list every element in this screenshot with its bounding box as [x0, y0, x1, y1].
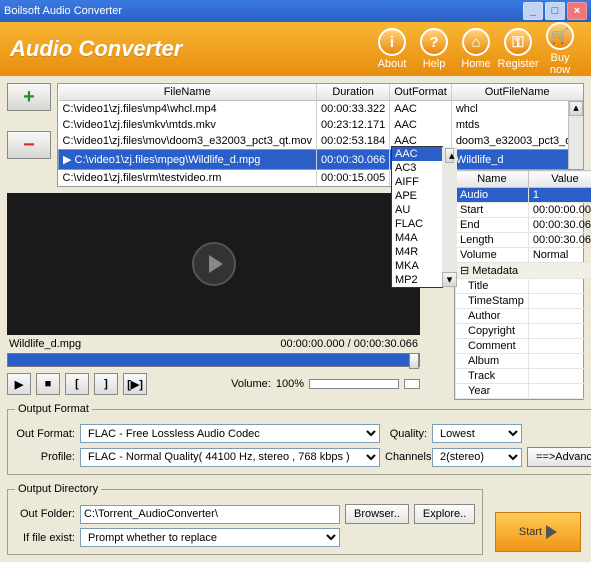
col-outfilename[interactable]: OutFileName [451, 84, 582, 101]
out-folder-input[interactable] [80, 505, 340, 524]
table-row[interactable]: C:\video1\zj.files\mp4\whcl.mp400:00:33.… [59, 101, 583, 118]
col-outformat[interactable]: OutFormat [390, 84, 452, 101]
property-row[interactable]: Start00:00:00.000 [456, 203, 591, 218]
property-row[interactable]: Title [456, 279, 591, 294]
prop-col-name[interactable]: Name [456, 171, 529, 188]
quality-label: Quality: [385, 428, 427, 440]
quality-select[interactable]: Lowest [432, 424, 522, 443]
dropdown-option[interactable]: M4A [392, 231, 442, 245]
preview-time: 00:00:00.000 / 00:00:30.066 [280, 338, 418, 350]
register-icon: ⚿ [504, 28, 532, 56]
file-exist-select[interactable]: Prompt whether to replace [80, 528, 340, 547]
property-row[interactable]: Year [456, 384, 591, 399]
stop-button[interactable]: ■ [36, 373, 60, 395]
dropdown-option[interactable]: MP2 [392, 273, 442, 287]
volume-slider[interactable] [309, 379, 399, 389]
profile-label: Profile: [15, 451, 75, 463]
home-icon: ⌂ [462, 28, 490, 56]
volume-label: Volume: [231, 378, 271, 390]
dropdown-option[interactable]: FLAC [392, 217, 442, 231]
video-preview[interactable] [7, 193, 420, 335]
properties-panel: Name Value Audio1Start00:00:00.000End00:… [454, 169, 584, 400]
dropdown-option[interactable]: AC3 [392, 161, 442, 175]
dropdown-option[interactable]: MKA [392, 259, 442, 273]
mark-out-button[interactable]: ] [94, 373, 118, 395]
table-row[interactable]: C:\video1\zj.files\mkv\mtds.mkv00:23:12.… [59, 117, 583, 133]
format-dropdown-list[interactable]: AACAC3AIFFAPEAUFLACM4AM4RMKAMP2▴▾ [391, 146, 443, 288]
volume-extra[interactable] [404, 379, 420, 389]
play-button[interactable]: ▶ [7, 373, 31, 395]
seek-bar[interactable] [7, 353, 420, 367]
property-row[interactable]: Track [456, 369, 591, 384]
header-help-button[interactable]: ?Help [413, 28, 455, 70]
property-row[interactable]: VolumeNormal [456, 248, 591, 263]
out-format-label: Out Format: [15, 428, 75, 440]
advance-button[interactable]: ==>Advance [527, 447, 591, 467]
app-title: Audio Converter [10, 36, 371, 62]
dropdown-option[interactable]: M4R [392, 245, 442, 259]
mark-in-button[interactable]: [ [65, 373, 89, 395]
channels-label: Channels: [385, 451, 427, 463]
property-row[interactable]: Audio1 [456, 188, 591, 203]
about-icon: i [378, 28, 406, 56]
property-row[interactable]: Album [456, 354, 591, 369]
window-title: Boilsoft Audio Converter [4, 5, 521, 17]
play-overlay-icon[interactable] [192, 242, 236, 286]
header-register-button[interactable]: ⚿Register [497, 28, 539, 70]
file-exist-label: If file exist: [15, 532, 75, 544]
header-buy-now-button[interactable]: 🛒Buy now [539, 22, 581, 76]
dropdown-option[interactable]: AIFF [392, 175, 442, 189]
table-row[interactable]: C:\video1\zj.files\mov\doom3_e32003_pct3… [59, 133, 583, 150]
profile-select[interactable]: FLAC - Normal Quality( 44100 Hz, stereo … [80, 448, 380, 467]
explore-button[interactable]: Explore.. [414, 504, 475, 524]
browse-button[interactable]: Browser.. [345, 504, 409, 524]
preview-filename: Wildlife_d.mpg [9, 338, 81, 350]
start-button[interactable]: Start [495, 512, 581, 552]
header-about-button[interactable]: iAbout [371, 28, 413, 70]
out-format-select[interactable]: FLAC - Free Lossless Audio Codec [80, 424, 380, 443]
table-row[interactable]: ▶ C:\video1\zj.files\mpeg\Wildlife_d.mpg… [59, 150, 583, 170]
property-row[interactable]: Length00:00:30.066 [456, 233, 591, 248]
property-row[interactable]: Author [456, 309, 591, 324]
next-mark-button[interactable]: [▶] [123, 373, 147, 395]
volume-value: 100% [276, 378, 304, 390]
property-row[interactable]: Copyright [456, 324, 591, 339]
output-dir-legend: Output Directory [15, 483, 101, 495]
prop-col-value[interactable]: Value [528, 171, 591, 188]
property-row[interactable]: Comment [456, 339, 591, 354]
header-home-button[interactable]: ⌂Home [455, 28, 497, 70]
dropdown-option[interactable]: APE [392, 189, 442, 203]
channels-select[interactable]: 2(stereo) [432, 448, 522, 467]
add-file-button[interactable]: + [7, 83, 51, 111]
dropdown-option[interactable]: AAC [392, 147, 442, 161]
minimize-button[interactable]: _ [523, 2, 543, 20]
maximize-button[interactable]: □ [545, 2, 565, 20]
output-format-legend: Output Format [15, 403, 92, 415]
out-folder-label: Out Folder: [15, 508, 75, 520]
property-row[interactable]: TimeStamp [456, 294, 591, 309]
buy now-icon: 🛒 [546, 22, 574, 50]
metadata-header[interactable]: ⊟ Metadata [456, 263, 591, 279]
help-icon: ? [420, 28, 448, 56]
col-duration[interactable]: Duration [317, 84, 390, 101]
remove-file-button[interactable]: − [7, 131, 51, 159]
close-button[interactable]: × [567, 2, 587, 20]
col-filename[interactable]: FileName [59, 84, 317, 101]
property-row[interactable]: End00:00:30.066 [456, 218, 591, 233]
dropdown-option[interactable]: AU [392, 203, 442, 217]
